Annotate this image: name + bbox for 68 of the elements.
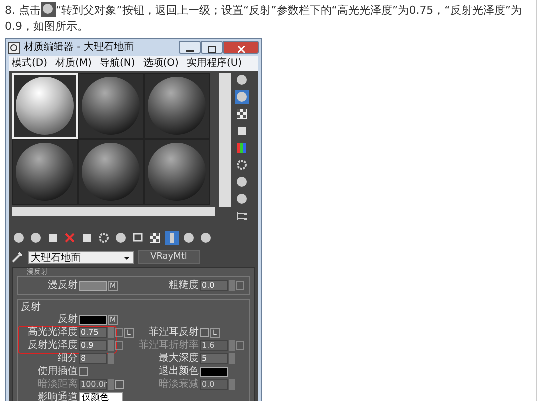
checker-icon[interactable]: [235, 107, 249, 121]
field-label: 反射: [57, 314, 78, 326]
field-label: 细分: [57, 352, 78, 364]
field-label: 漫反射: [47, 280, 78, 292]
frame-icon[interactable]: [131, 231, 145, 245]
material-slot[interactable]: [78, 73, 144, 139]
menu-item[interactable]: 导航(N): [100, 56, 136, 71]
group-title: 反射: [21, 302, 42, 313]
checker-icon[interactable]: [148, 231, 162, 245]
field-label: 菲涅耳反射: [148, 326, 199, 338]
tree-icon[interactable]: [235, 209, 249, 223]
maximize-icon: [208, 46, 216, 54]
square-icon[interactable]: [46, 231, 60, 245]
spinner-field[interactable]: 0.0: [200, 280, 228, 291]
spinner-field[interactable]: 8: [79, 353, 107, 364]
sphere-icon[interactable]: [235, 175, 249, 189]
field-label: 菲涅耳折射率: [138, 340, 199, 352]
horizontal-scrollbar[interactable]: [12, 207, 215, 216]
sphere-icon[interactable]: [12, 231, 26, 245]
sphere-icon[interactable]: [182, 231, 196, 245]
field-label: 反射光泽度: [27, 340, 78, 352]
color-swatch[interactable]: [79, 314, 107, 324]
field-label: 粗糙度: [168, 280, 199, 292]
close-icon: [238, 46, 244, 54]
minimize-button[interactable]: [179, 41, 201, 54]
field-label: 退出颜色: [158, 366, 199, 378]
checkbox[interactable]: [79, 367, 88, 376]
sphere-icon[interactable]: [114, 231, 128, 245]
material-slot[interactable]: [12, 139, 78, 205]
material-type-button[interactable]: VRayMtl: [138, 250, 200, 264]
color-bars-icon[interactable]: [235, 141, 249, 155]
square-icon[interactable]: [235, 124, 249, 138]
sphere-icon[interactable]: [235, 192, 249, 206]
menu-item[interactable]: 材质(M): [56, 56, 92, 71]
color-swatch[interactable]: [200, 366, 228, 376]
field-label: 暗淡距离: [37, 378, 78, 390]
square-icon[interactable]: [80, 231, 94, 245]
close-button[interactable]: [223, 41, 259, 54]
material-slot[interactable]: [144, 139, 210, 205]
field-label: 最大深度: [158, 352, 199, 364]
field-label: 使用插值: [37, 366, 78, 378]
gear-icon[interactable]: [97, 231, 111, 245]
maximize-button[interactable]: [201, 41, 223, 54]
sphere-icon[interactable]: [29, 231, 43, 245]
menu-item[interactable]: 选项(O): [143, 56, 179, 71]
field-label: 暗淡衰减: [158, 378, 199, 390]
dropdown[interactable]: 仅颜色: [79, 392, 123, 401]
vertical-scrollbar[interactable]: [219, 73, 231, 207]
material-slot[interactable]: [78, 139, 144, 205]
material-slot[interactable]: [144, 73, 210, 139]
sphere-icon[interactable]: [235, 73, 249, 87]
spinner-field[interactable]: 0.9: [79, 340, 107, 351]
menu-item[interactable]: 模式(D): [12, 56, 48, 71]
instruction-text: 8. 点击 “转到父对象”按钮，返回上一级；设置“反射”参数栏下的“高光光泽度”为0.75，“反射光泽度”为0.9，如图所示。: [5, 2, 524, 35]
field-label: 高光光泽度: [27, 326, 78, 338]
app-icon: [8, 42, 20, 54]
gear-icon[interactable]: [235, 158, 249, 172]
field-label: 影响通道: [37, 392, 78, 401]
spinner-field[interactable]: 0.75: [79, 327, 107, 338]
sphere-icon[interactable]: [199, 231, 213, 245]
checkbox[interactable]: [200, 328, 209, 337]
sphere-icon: [41, 2, 56, 17]
window-title: 材质编辑器 - 大理石地面: [24, 40, 134, 55]
color-swatch[interactable]: [79, 280, 107, 290]
material-name-dropdown[interactable]: 大理石地面: [28, 250, 134, 264]
eyedropper-icon[interactable]: [12, 251, 24, 263]
menu-item[interactable]: 实用程序(U): [186, 56, 242, 71]
spinner-field[interactable]: 5: [200, 353, 228, 364]
